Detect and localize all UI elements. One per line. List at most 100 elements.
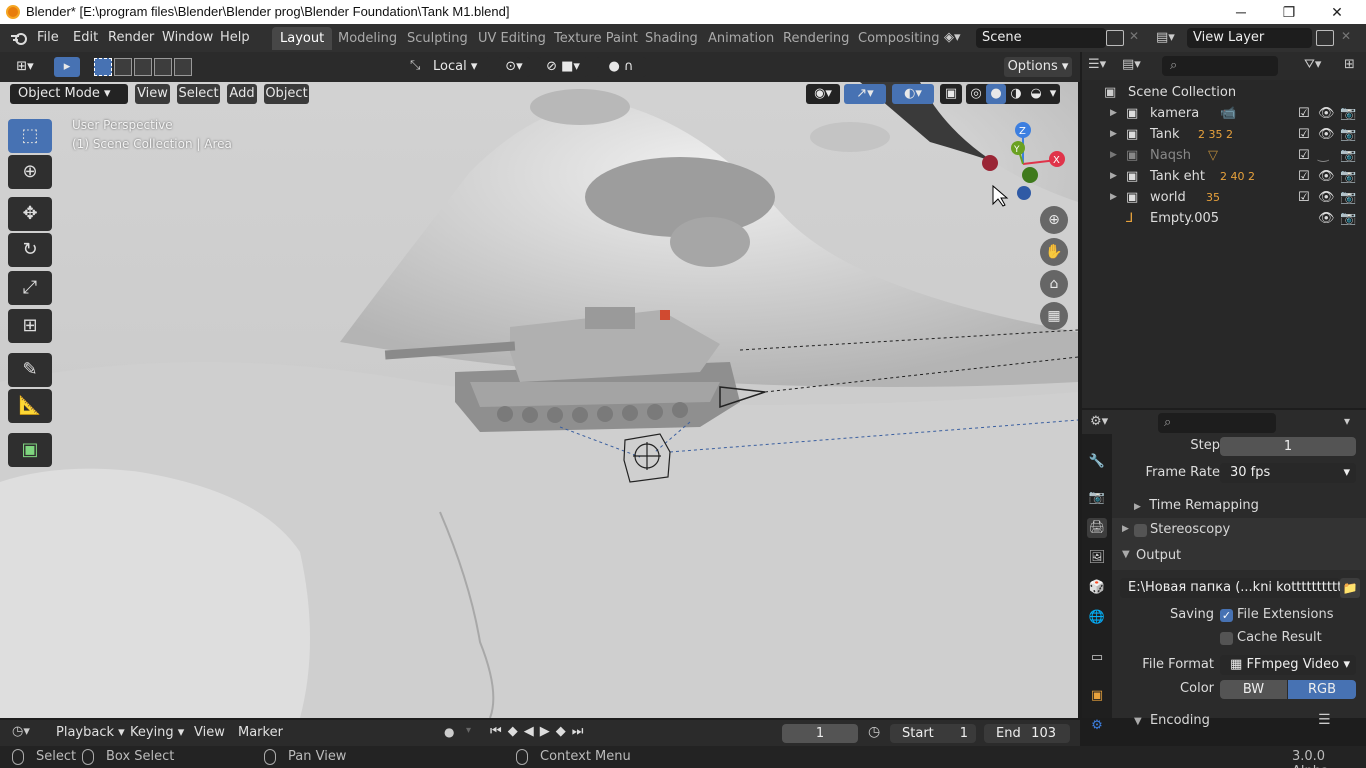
presets-list-icon[interactable]: ☰ — [1318, 712, 1331, 728]
menu-file[interactable]: File — [33, 29, 63, 47]
exclude-checkbox-icon[interactable]: ☑ — [1298, 124, 1310, 145]
visibility-icon[interactable]: ◉▾ — [806, 84, 840, 104]
delete-scene-icon[interactable]: ✕ — [1129, 29, 1139, 43]
prev-keyframe-icon[interactable]: ◆ — [508, 724, 518, 739]
render-camera-icon[interactable]: 📷 — [1340, 103, 1356, 124]
output-path-field[interactable]: E:\Новая папка (...kni kottttttttttttasi — [1120, 578, 1340, 598]
scene-selector-icon[interactable]: ◈▾ — [944, 30, 974, 48]
play-reverse-icon[interactable]: ◀ — [524, 724, 534, 739]
timeline-editor-icon[interactable]: ◷▾ — [12, 724, 30, 739]
filter-icon[interactable]: ⛛▾ — [1304, 57, 1321, 72]
constraint-tab-icon[interactable]: ⚙ — [1087, 716, 1107, 736]
time-remapping-panel[interactable]: ▶ Time Remapping — [1134, 498, 1259, 513]
overlay-toggle-icon[interactable]: ◐▾ — [892, 84, 934, 104]
blender-menu-icon[interactable] — [10, 30, 28, 46]
viewport-menu-select[interactable]: Select — [177, 84, 220, 104]
object-mode-dropdown[interactable]: Object Mode ▾ — [10, 84, 128, 104]
current-frame-field[interactable]: 1 — [782, 724, 858, 743]
visibility-eye-icon[interactable]: 👁 — [1318, 166, 1335, 187]
timeline-playback-menu[interactable]: Playback ▾ — [52, 724, 129, 742]
menu-render[interactable]: Render — [104, 29, 158, 47]
intersect-selection-icon[interactable] — [174, 58, 192, 76]
exclude-checkbox-icon[interactable]: ☑ — [1298, 145, 1310, 166]
visibility-eye-icon[interactable]: 👁 — [1318, 187, 1335, 208]
add-cube-tool-icon[interactable]: ▣ — [8, 433, 52, 467]
render-camera-icon[interactable]: 📷 — [1340, 166, 1356, 187]
expand-arrow-icon[interactable]: ▶ — [1110, 145, 1117, 166]
encoding-panel[interactable]: ▼ Encoding — [1134, 713, 1210, 728]
properties-editor-icon[interactable]: ⚙▾ — [1090, 414, 1108, 429]
wireframe-shading-icon[interactable]: ◎ — [966, 84, 986, 104]
outliner-search[interactable]: ⌕ — [1162, 56, 1278, 76]
end-frame-field[interactable]: End 103 — [984, 724, 1070, 743]
tab-modeling[interactable]: Modeling — [330, 27, 405, 50]
timeline-view-menu[interactable]: View — [190, 724, 229, 742]
expand-arrow-icon[interactable]: ▶ — [1110, 124, 1117, 145]
new-scene-icon[interactable] — [1106, 30, 1124, 46]
tab-texture-paint[interactable]: Texture Paint — [546, 27, 646, 50]
zoom-icon[interactable]: ⊕ — [1040, 206, 1068, 234]
timeline-keying-menu[interactable]: Keying ▾ — [126, 724, 188, 742]
render-camera-icon[interactable]: 📷 — [1340, 208, 1356, 229]
file-format-dropdown[interactable]: ▦ FFmpeg Video ▾ — [1220, 655, 1356, 675]
properties-search[interactable]: ⌕ — [1158, 413, 1276, 433]
scale-tool-icon[interactable]: ⤢ — [8, 271, 52, 305]
stereoscopy-checkbox[interactable] — [1134, 524, 1147, 537]
expand-arrow-icon[interactable]: ▶ — [1110, 166, 1117, 187]
select-tool-icon[interactable]: ▸ — [54, 57, 80, 77]
close-button[interactable]: ✕ — [1314, 0, 1360, 24]
new-view-layer-icon[interactable] — [1316, 30, 1334, 46]
minimize-button[interactable]: ─ — [1218, 0, 1264, 24]
solid-shading-icon[interactable]: ● — [986, 84, 1006, 104]
outliner-row-naqsh[interactable]: ▶ ▣ Naqsh ▽ ☑ ‿ 📷 — [1082, 145, 1366, 166]
viewport-menu-view[interactable]: View — [135, 84, 170, 104]
scene-tab-icon[interactable]: 🎲 — [1087, 578, 1107, 598]
keyframe-dropdown-icon[interactable]: ▾ — [466, 725, 471, 736]
transform-orientation-dropdown[interactable]: Local ▾ — [428, 57, 490, 77]
invert-selection-icon[interactable] — [154, 58, 172, 76]
expand-arrow-icon[interactable]: ▶ — [1110, 103, 1117, 124]
ortho-toggle-icon[interactable]: ▦ — [1040, 302, 1068, 330]
view-layer-tab-icon[interactable]: 🖼 — [1087, 548, 1107, 568]
outliner-row-tank-eht[interactable]: ▶ ▣ Tank eht 2 40 2 ☑ 👁 📷 — [1082, 166, 1366, 187]
properties-options-icon[interactable]: ▾ — [1344, 414, 1350, 428]
outliner-row-empty[interactable]: ⅃ Empty.005 👁 📷 — [1082, 208, 1366, 229]
set-new-selection-icon[interactable] — [94, 58, 112, 76]
start-frame-field[interactable]: Start 1 — [890, 724, 976, 743]
cursor-tool-icon[interactable]: ⊕ — [8, 155, 52, 189]
pan-hand-icon[interactable]: ✋ — [1040, 238, 1068, 266]
3d-viewport[interactable]: Z X Y Object Mode ▾ View Select Add Obje… — [0, 82, 1078, 718]
render-tab-icon[interactable]: 📷 — [1087, 488, 1107, 508]
proportional-edit-icon[interactable]: ● ∩ — [596, 57, 646, 77]
rotate-tool-icon[interactable]: ↻ — [8, 233, 52, 267]
viewport-menu-add[interactable]: Add — [227, 84, 257, 104]
snap-icon[interactable]: ⊘ ■▾ — [538, 57, 588, 77]
preview-range-icon[interactable]: ◷ — [868, 724, 880, 740]
camera-view-icon[interactable]: ⌂ — [1040, 270, 1068, 298]
view-layer-icon[interactable]: ▤▾ — [1156, 30, 1186, 48]
xray-icon[interactable]: ▣ — [940, 84, 962, 104]
play-icon[interactable]: ▶ — [540, 724, 550, 739]
select-box-tool-icon[interactable]: ⬚ — [8, 119, 52, 153]
delete-view-layer-icon[interactable]: ✕ — [1341, 29, 1351, 43]
jump-end-icon[interactable]: ⏭ — [572, 724, 584, 739]
output-panel[interactable]: ▼ Output — [1112, 544, 1366, 570]
transform-tool-icon[interactable]: ⊞ — [8, 309, 52, 343]
color-bw-button[interactable]: BW — [1220, 680, 1287, 699]
render-camera-icon[interactable]: 📷 — [1340, 187, 1356, 208]
exclude-checkbox-icon[interactable]: ☑ — [1298, 187, 1310, 208]
outliner-row-kamera[interactable]: ▶ ▣ kamera 📹 ☑ 👁 📷 — [1082, 103, 1366, 124]
new-collection-icon[interactable]: ⊞ — [1344, 57, 1355, 72]
exclude-checkbox-icon[interactable]: ☑ — [1298, 103, 1310, 124]
gizmo-toggle-icon[interactable]: ↗▾ — [844, 84, 886, 104]
tab-animation[interactable]: Animation — [700, 27, 782, 50]
record-icon[interactable]: ● — [444, 725, 454, 739]
pivot-point-icon[interactable]: ⊙▾ — [498, 57, 530, 77]
render-camera-icon[interactable]: 📷 — [1340, 145, 1356, 166]
visibility-eye-icon[interactable]: 👁 — [1318, 124, 1335, 145]
stereoscopy-panel[interactable]: ▶ Stereoscopy — [1112, 518, 1366, 544]
editor-type-icon[interactable]: ⊞▾ — [6, 57, 44, 77]
step-field[interactable]: 1 — [1220, 437, 1356, 456]
jump-start-icon[interactable]: ⏮ — [490, 724, 502, 739]
visibility-eye-icon[interactable]: 👁 — [1318, 103, 1335, 124]
